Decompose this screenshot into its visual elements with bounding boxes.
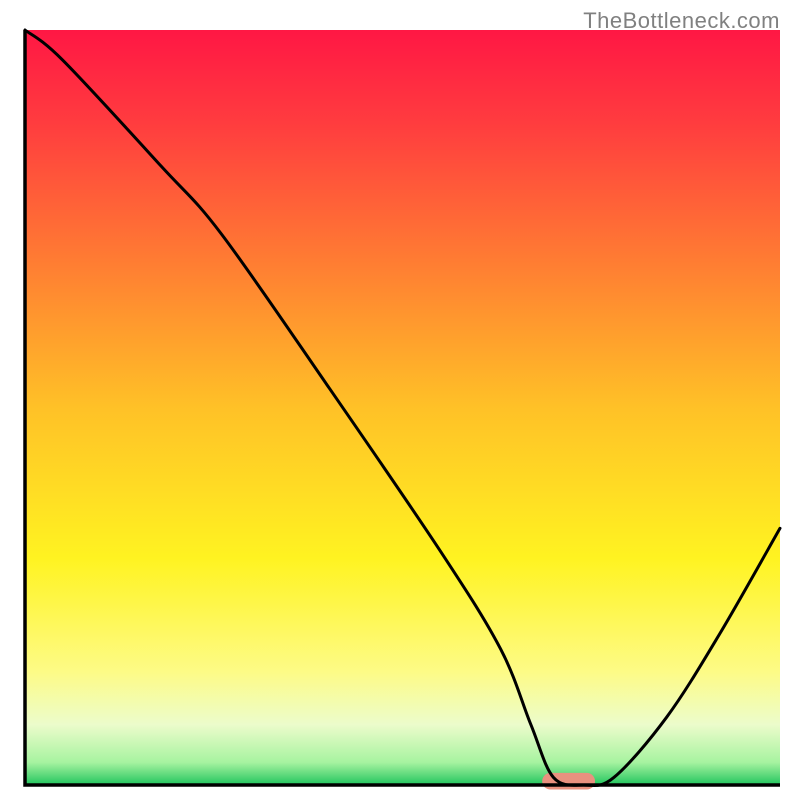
bottleneck-chart [0,0,800,800]
chart-container: TheBottleneck.com [0,0,800,800]
watermark-text: TheBottleneck.com [583,8,780,34]
